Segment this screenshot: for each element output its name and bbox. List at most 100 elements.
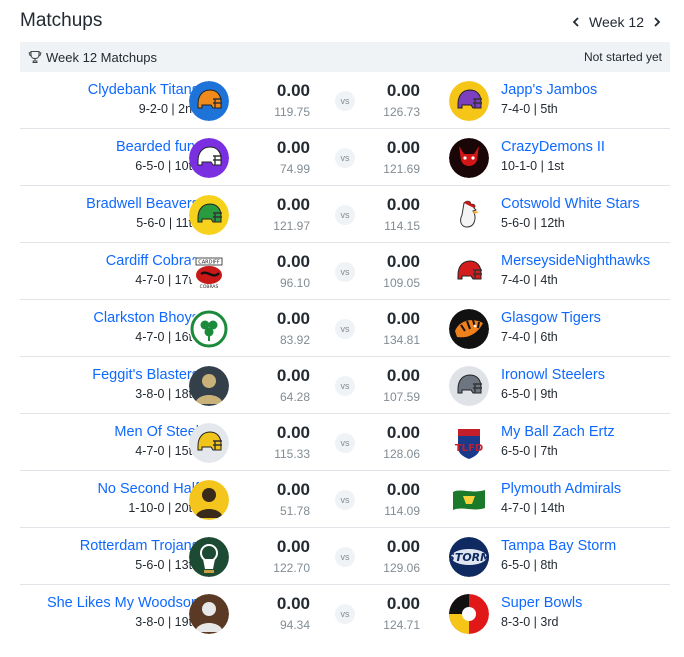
away-team-logo-icon[interactable]: TLFD [449,423,489,463]
away-team-logo-icon[interactable] [449,309,489,349]
matchup-row[interactable]: Rotterdam Trojans 5-6-0 | 13th 0.00 122.70 v… [20,528,670,585]
away-team-name[interactable]: Cotswold White Stars [501,195,661,214]
home-team: Men Of Steel 4-7-0 | 15th [29,423,199,459]
away-team-logo-icon[interactable] [449,480,489,520]
away-team-name[interactable]: CrazyDemons II [501,138,661,157]
home-team-name[interactable]: Men Of Steel [29,423,199,442]
away-team-score: 0.00 128.06 [360,423,420,462]
home-team-score: 0.00 115.33 [250,423,310,462]
home-team-logo-icon[interactable] [189,309,229,349]
home-team-logo-icon[interactable] [189,423,229,463]
vs-badge: vs [335,262,355,282]
away-team-logo-icon[interactable] [449,195,489,235]
home-team-name[interactable]: She Likes My Woodson [29,594,199,613]
away-team-record: 7-4-0 | 4th [501,273,558,287]
away-team: CrazyDemons II 10-1-0 | 1st [501,138,661,174]
home-team-name[interactable]: Bradwell Beavers [29,195,199,214]
week-matchups-label: Week 12 Matchups [46,49,158,65]
away-projected: 121.69 [383,162,420,176]
away-team-logo-icon[interactable] [449,81,489,121]
home-team-name[interactable]: Cardiff Cobras [29,252,199,271]
away-team-name[interactable]: Tampa Bay Storm [501,537,661,556]
home-projected: 96.10 [279,276,310,290]
away-projected: 124.71 [383,618,420,632]
home-projected: 74.99 [279,162,310,176]
home-projected: 115.33 [274,447,310,461]
away-team-name[interactable]: My Ball Zach Ertz [501,423,661,442]
away-team-name[interactable]: Japp's Jambos [501,81,661,100]
chevron-left-icon[interactable] [569,14,583,30]
away-team-logo-icon[interactable] [449,252,489,292]
matchup-row[interactable]: Bradwell Beavers 5-6-0 | 11th 0.00 121.97 vs… [20,186,670,243]
vs-badge: vs [335,604,355,624]
matchup-row[interactable]: Men Of Steel 4-7-0 | 15th 0.00 115.33 vs 0.00… [20,414,670,471]
away-team-logo-icon[interactable] [449,366,489,406]
home-points: 0.00 [276,423,310,442]
home-team-record: 3-8-0 | 18th [135,387,199,401]
home-team-name[interactable]: Clydebank Titans [29,81,199,100]
away-points: 0.00 [386,480,420,499]
home-team-name[interactable]: No Second Half [29,480,199,499]
home-team-logo-icon[interactable] [189,195,229,235]
away-team-name[interactable]: Ironowl Steelers [501,366,661,385]
home-team-logo-icon[interactable] [189,537,229,577]
away-team-score: 0.00 134.81 [360,309,420,348]
matchup-row[interactable]: Clarkston Bhoys 4-7-0 | 16th 0.00 83.92 vs 0.… [20,300,670,357]
away-team-name[interactable]: Super Bowls [501,594,661,613]
away-team: Ironowl Steelers 6-5-0 | 9th [501,366,661,402]
matchup-row[interactable]: No Second Half 1-10-0 | 20th 0.00 51.78 vs 0.… [20,471,670,528]
away-team-name[interactable]: Plymouth Admirals [501,480,661,499]
away-projected: 126.73 [383,105,420,119]
away-team-logo-icon[interactable] [449,594,489,634]
away-team: Tampa Bay Storm 6-5-0 | 8th [501,537,661,573]
home-team-name[interactable]: Feggit's Blasters [29,366,199,385]
home-team: Bearded fury 6-5-0 | 10th [29,138,199,174]
away-team: Japp's Jambos 7-4-0 | 5th [501,81,661,117]
home-team-logo-icon[interactable] [189,81,229,121]
away-team-logo-icon[interactable] [449,138,489,178]
away-projected: 128.06 [383,447,420,461]
vs-badge: vs [335,547,355,567]
away-team-record: 10-1-0 | 1st [501,159,565,173]
matchup-row[interactable]: Bearded fury 6-5-0 | 10th 0.00 74.99 vs 0.00 1… [20,129,670,186]
home-team-score: 0.00 83.92 [250,309,310,348]
status-text: Not started yet [583,50,662,64]
svg-text:CARDIFF: CARDIFF [198,260,220,266]
away-team-record: 6-5-0 | 9th [501,387,558,401]
home-team-name[interactable]: Bearded fury [29,138,199,157]
matchup-row[interactable]: Cardiff Cobras 4-7-0 | 17th CARDIFF COBRAS 0… [20,243,670,300]
svg-text:STORM: STORM [449,551,489,564]
home-team: She Likes My Woodson 3-8-0 | 19th [29,594,199,630]
away-points: 0.00 [386,366,420,385]
chevron-right-icon[interactable] [650,14,664,30]
home-team-logo-icon[interactable] [189,480,229,520]
home-team-record: 9-2-0 | 2nd [138,102,199,116]
away-team-score: 0.00 129.06 [360,537,420,576]
home-team-name[interactable]: Clarkston Bhoys [29,309,199,328]
home-team-name[interactable]: Rotterdam Trojans [29,537,199,556]
home-team-logo-icon[interactable]: CARDIFF COBRAS [189,252,229,292]
away-team-name[interactable]: MerseysideNighthawks [501,252,661,271]
matchup-row[interactable]: Clydebank Titans 9-2-0 | 2nd 0.00 119.75 vs 0… [20,72,670,129]
matchup-row[interactable]: She Likes My Woodson 3-8-0 | 19th 0.00 94.3… [20,585,670,642]
away-points: 0.00 [386,309,420,328]
home-team-record: 3-8-0 | 19th [135,615,199,629]
matchup-row[interactable]: Feggit's Blasters 3-8-0 | 18th 0.00 64.28 vs… [20,357,670,414]
vs-badge: vs [335,91,355,111]
away-team-logo-icon[interactable]: STORM [449,537,489,577]
home-team-logo-icon[interactable] [189,366,229,406]
week-navigator: Week 12 [569,14,664,30]
away-projected: 107.59 [383,390,420,404]
home-team-record: 5-6-0 | 11th [136,216,199,230]
away-points: 0.00 [386,81,420,100]
matchups-subheader: Week 12 Matchups Not started yet [20,42,670,72]
trophy-icon [28,50,42,63]
home-team-logo-icon[interactable] [189,594,229,634]
home-team-logo-icon[interactable] [189,138,229,178]
away-projected: 129.06 [383,561,420,575]
home-points: 0.00 [276,138,310,157]
away-team-name[interactable]: Glasgow Tigers [501,309,661,328]
away-points: 0.00 [386,423,420,442]
home-team-record: 5-6-0 | 13th [135,558,199,572]
matchup-list: Clydebank Titans 9-2-0 | 2nd 0.00 119.75 vs 0… [20,72,670,642]
